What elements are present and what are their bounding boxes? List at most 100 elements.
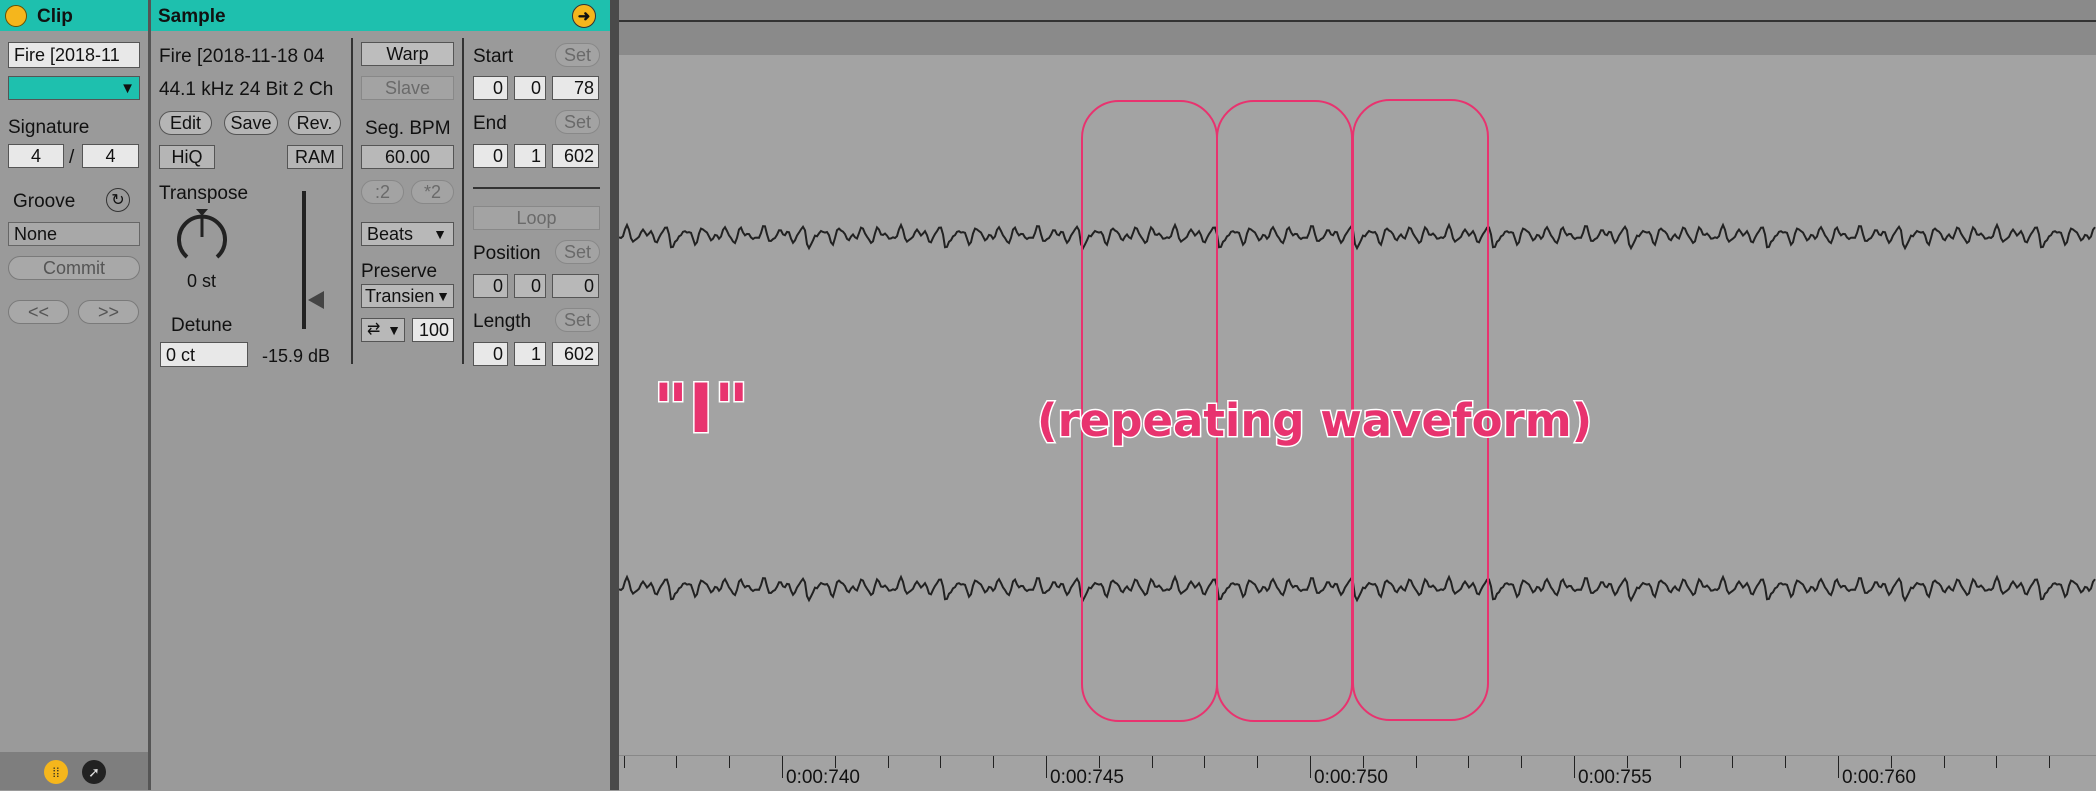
end-bar-field[interactable]: 0: [473, 144, 508, 168]
time-ruler-label: 0:00:750: [1314, 767, 1388, 788]
waveform-view-icon[interactable]: ⁞⁞: [44, 760, 68, 784]
time-ruler-label: 0:00:745: [1050, 767, 1124, 788]
save-button[interactable]: Save: [224, 111, 278, 135]
envelope-view-icon[interactable]: ➚: [82, 760, 106, 784]
detune-field[interactable]: 0 ct: [160, 342, 248, 367]
scrub-ruler[interactable]: [619, 0, 2096, 55]
preserve-label: Preserve: [361, 261, 438, 282]
warp-button[interactable]: Warp: [361, 42, 454, 66]
position-label: Position: [473, 243, 541, 264]
signature-label: Signature: [8, 117, 90, 138]
time-ruler-tick: [1732, 756, 1733, 768]
edit-button[interactable]: Edit: [159, 111, 212, 135]
sample-panel-divider: [610, 0, 619, 790]
position-sixteenth-field[interactable]: 0: [552, 274, 599, 298]
gain-value: -15.9 dB: [262, 346, 331, 366]
time-ruler-tick: [1046, 756, 1047, 778]
seg-bpm-label: Seg. BPM: [365, 118, 451, 139]
time-ruler-tick: [2049, 756, 2050, 768]
length-sixteenth-field[interactable]: 602: [552, 342, 599, 366]
sample-panel: Sample ➜ Fire [2018-11-18 04 44.1 kHz 24…: [151, 0, 610, 790]
preserve-dropdown[interactable]: Transien ▼: [361, 284, 454, 308]
commit-button[interactable]: Commit: [8, 256, 140, 280]
clip-activator-icon[interactable]: [5, 5, 27, 27]
length-beat-field[interactable]: 1: [514, 342, 546, 366]
time-ruler-tick: [1416, 756, 1417, 768]
sample-title: Sample: [158, 6, 226, 27]
start-bar-field[interactable]: 0: [473, 76, 508, 100]
clip-title: Clip: [37, 6, 73, 27]
hiq-toggle[interactable]: HiQ: [159, 145, 215, 169]
time-ruler-ticks: 0:00:740 0:00:745 0:00:750 0:00:755 0:00:760: [619, 756, 2096, 791]
end-beat-field[interactable]: 1: [514, 144, 546, 168]
length-set-button[interactable]: Set: [555, 308, 600, 332]
groove-select[interactable]: None: [8, 222, 140, 246]
arrow-right-icon[interactable]: ➜: [572, 4, 596, 28]
start-sixteenth-field[interactable]: 78: [552, 76, 599, 100]
time-ruler-tick: [1310, 756, 1311, 778]
time-ruler-tick: [993, 756, 994, 768]
chevron-down-icon: ▼: [436, 288, 450, 304]
loop-mode-dropdown[interactable]: ⇄ ▼: [361, 318, 405, 342]
warp-mode-value: Beats: [367, 224, 414, 244]
time-ruler-tick: [1574, 756, 1575, 778]
time-ruler-tick: [676, 756, 677, 768]
warp-mode-dropdown[interactable]: Beats ▼: [361, 222, 454, 246]
loop-button[interactable]: Loop: [473, 206, 600, 230]
length-bar-field[interactable]: 0: [473, 342, 508, 366]
nudge-back-button[interactable]: <<: [8, 300, 69, 324]
position-set-button[interactable]: Set: [555, 240, 600, 264]
clip-bottom-bar: ⁞⁞ ➚: [0, 752, 148, 790]
waveform-editor[interactable]: "I" (repeating waveform) 0:00:740 0:00:74…: [619, 0, 2096, 791]
time-ruler-label: 0:00:760: [1842, 767, 1916, 788]
gain-fader-handle[interactable]: [308, 291, 324, 309]
time-ruler-tick: [1204, 756, 1205, 768]
time-ruler-tick: [940, 756, 941, 768]
groove-hot-swap-icon[interactable]: ↻: [106, 188, 130, 212]
end-label: End: [473, 113, 507, 134]
signature-denominator[interactable]: 4: [82, 144, 139, 168]
sample-filename: Fire [2018-11-18 04: [159, 47, 325, 66]
sample-col-divider-2: [462, 38, 464, 364]
seg-bpm-field[interactable]: 60.00: [361, 145, 454, 169]
position-bar-field[interactable]: 0: [473, 274, 508, 298]
transpose-label: Transpose: [159, 183, 249, 204]
time-ruler-tick: [1785, 756, 1786, 768]
time-ruler[interactable]: 0:00:740 0:00:745 0:00:750 0:00:755 0:00:760: [619, 755, 2096, 791]
time-ruler-tick: [1152, 756, 1153, 768]
end-sixteenth-field[interactable]: 602: [552, 144, 599, 168]
transpose-knob[interactable]: [173, 208, 231, 266]
time-ruler-tick: [1521, 756, 1522, 768]
gain-fader-track[interactable]: [302, 191, 306, 329]
time-ruler-label: 0:00:740: [786, 767, 860, 788]
sample-col-divider-1: [351, 38, 353, 364]
chevron-down-icon: ▼: [387, 322, 401, 338]
start-label: Start: [473, 46, 514, 67]
annotation-repeating-waveform: (repeating waveform): [1035, 393, 1593, 449]
double-tempo-button[interactable]: *2: [411, 180, 454, 204]
position-beat-field[interactable]: 0: [514, 274, 546, 298]
ram-toggle[interactable]: RAM: [287, 145, 343, 169]
clip-name-field[interactable]: Fire [2018-11: [8, 42, 140, 68]
signature-separator: /: [69, 147, 75, 168]
loop-mode-amount[interactable]: 100: [412, 318, 454, 342]
halve-tempo-button[interactable]: :2: [361, 180, 404, 204]
start-set-button[interactable]: Set: [555, 43, 600, 67]
slave-button[interactable]: Slave: [361, 76, 454, 100]
signature-numerator[interactable]: 4: [8, 144, 64, 168]
nudge-forward-button[interactable]: >>: [78, 300, 139, 324]
time-ruler-tick: [1257, 756, 1258, 768]
time-ruler-tick: [729, 756, 730, 768]
clip-color-dropdown[interactable]: ▼: [8, 76, 140, 100]
end-set-button[interactable]: Set: [555, 110, 600, 134]
sample-header: Sample ➜: [151, 0, 610, 31]
clip-header: Clip: [0, 0, 148, 31]
detune-label: Detune: [171, 315, 233, 336]
groove-label: Groove: [13, 191, 76, 212]
transpose-value: 0 st: [187, 271, 217, 291]
start-beat-field[interactable]: 0: [514, 76, 546, 100]
time-ruler-label: 0:00:755: [1578, 767, 1652, 788]
reverse-button[interactable]: Rev.: [288, 111, 341, 135]
loop-mode-icon: ⇄: [367, 321, 381, 338]
time-ruler-tick: [782, 756, 783, 778]
